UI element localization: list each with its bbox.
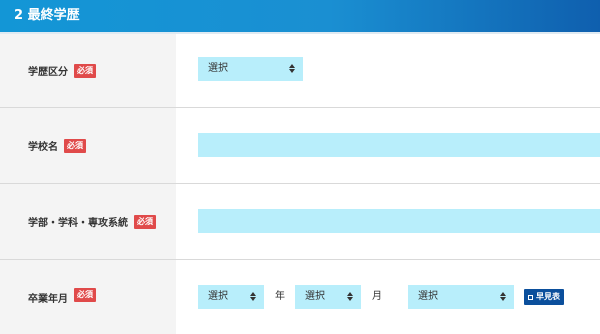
select-arrows-icon xyxy=(500,292,506,301)
row-education-type: 学歴区分 必須 選択 xyxy=(0,34,600,108)
select-value: 選択 xyxy=(208,291,228,302)
select-arrows-icon xyxy=(289,64,295,73)
required-badge: 必須 xyxy=(74,63,96,78)
label-cell: 学部・学科・専攻系統 必須 xyxy=(0,184,176,259)
graduation-month-select[interactable]: 選択 xyxy=(295,285,361,309)
input-cell xyxy=(176,184,600,259)
month-unit: 月 xyxy=(372,291,382,302)
field-label-education-type: 学歴区分 xyxy=(28,67,68,78)
select-value: 選択 xyxy=(305,291,325,302)
required-badge: 必須 xyxy=(134,214,156,229)
row-graduation: 卒業年月 必須 選択 年 選択 月 選択 早見表 xyxy=(0,260,600,334)
row-faculty: 学部・学科・専攻系統 必須 xyxy=(0,184,600,260)
input-cell: 選択 年 選択 月 選択 早見表 xyxy=(176,260,600,334)
section-title: 2 最終学歴 xyxy=(14,8,80,23)
field-label-graduation: 卒業年月 xyxy=(28,294,68,305)
section-header: 2 最終学歴 xyxy=(0,0,600,32)
calendar-button-label: 早見表 xyxy=(536,292,560,301)
label-cell: 卒業年月 必須 xyxy=(0,260,176,334)
year-unit: 年 xyxy=(275,291,285,302)
row-school-name: 学校名 必須 xyxy=(0,108,600,184)
graduation-extra-select[interactable]: 選択 xyxy=(408,285,514,309)
label-cell: 学歴区分 必須 xyxy=(0,34,176,107)
field-label-school-name: 学校名 xyxy=(28,142,58,153)
select-arrows-icon xyxy=(347,292,353,301)
field-label-faculty: 学部・学科・専攻系統 xyxy=(28,218,128,229)
select-arrows-icon xyxy=(250,292,256,301)
school-name-input[interactable] xyxy=(198,133,600,157)
graduation-year-select[interactable]: 選択 xyxy=(198,285,264,309)
education-type-select[interactable]: 選択 xyxy=(198,57,303,81)
required-badge: 必須 xyxy=(74,288,96,302)
calendar-chart-button[interactable]: 早見表 xyxy=(524,289,564,305)
required-badge: 必須 xyxy=(64,138,86,153)
input-cell: 選択 xyxy=(176,34,600,107)
calendar-icon xyxy=(528,295,533,300)
input-cell xyxy=(176,108,600,183)
select-value: 選択 xyxy=(208,63,228,74)
select-value: 選択 xyxy=(418,291,438,302)
faculty-input[interactable] xyxy=(198,209,600,233)
label-cell: 学校名 必須 xyxy=(0,108,176,183)
